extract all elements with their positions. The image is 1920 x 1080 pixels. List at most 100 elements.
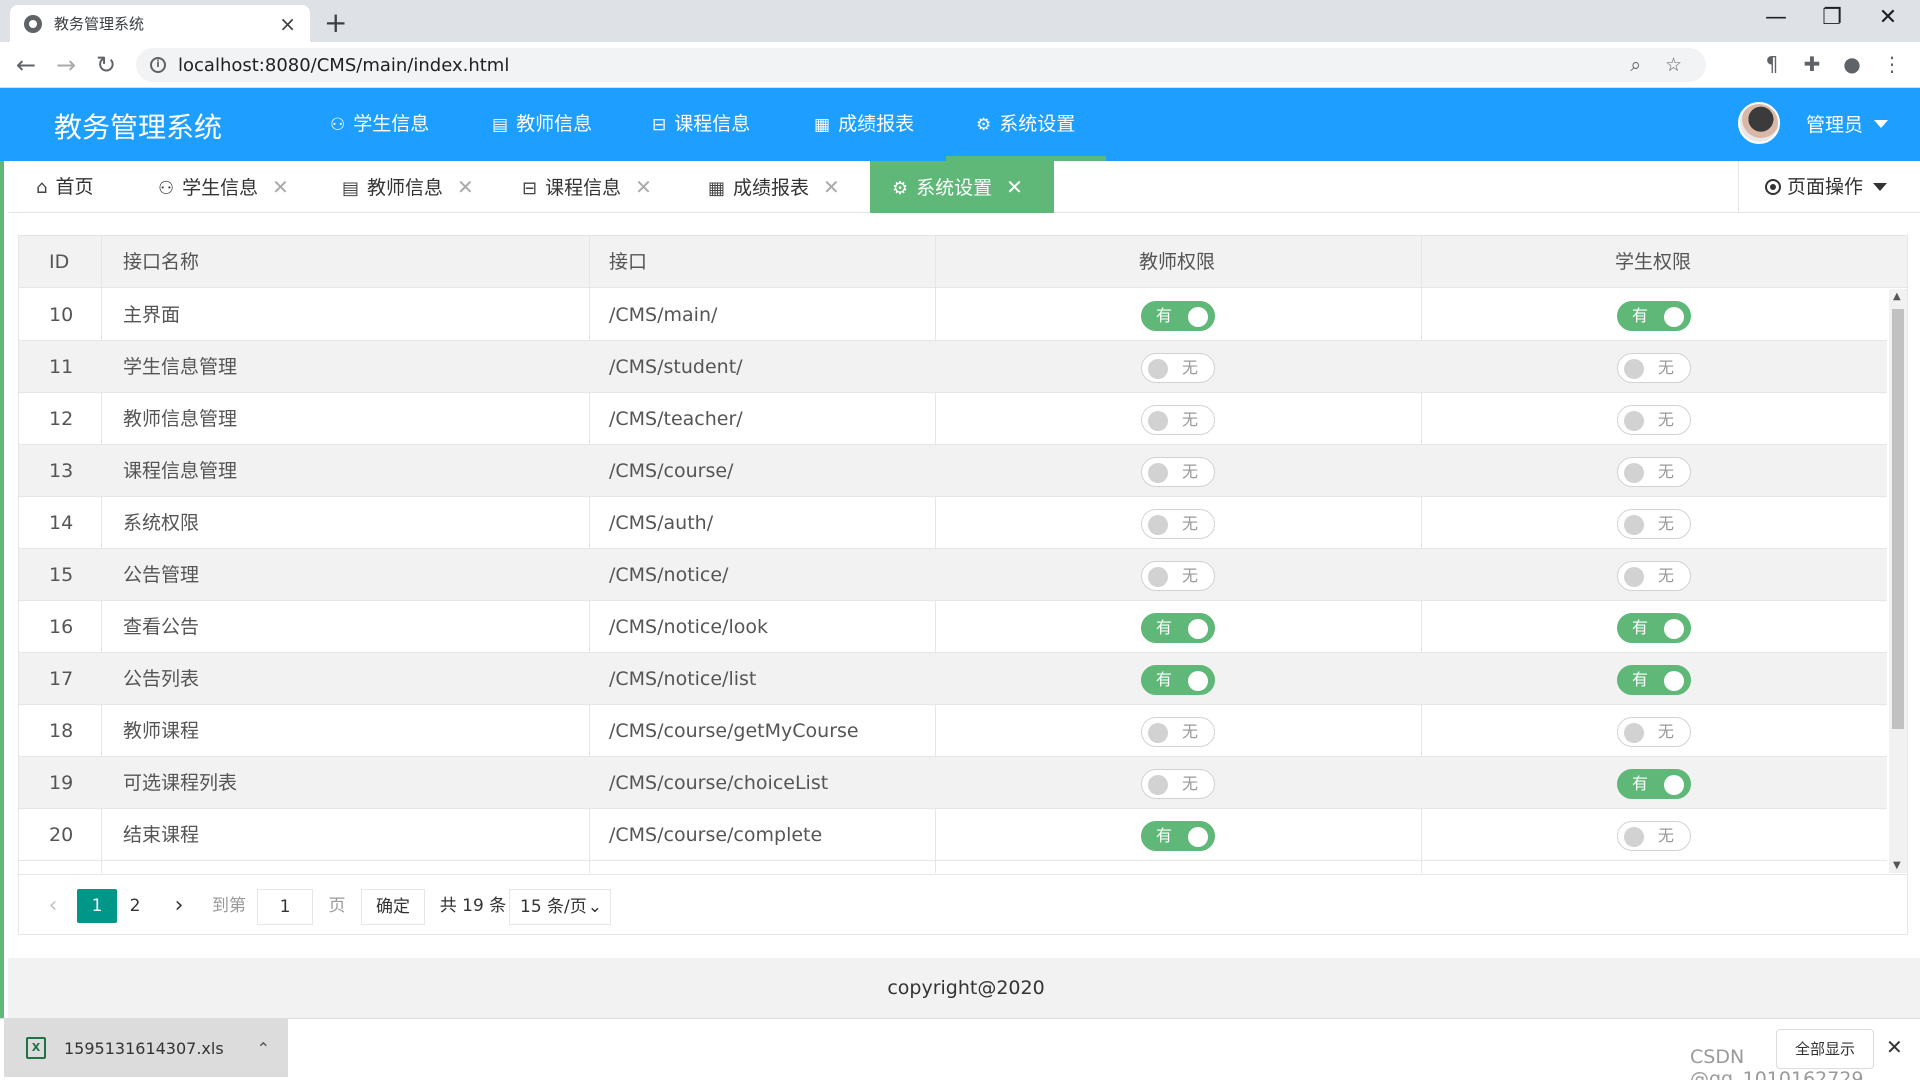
puzzle-icon[interactable]: ✚ [1796,52,1828,76]
cell-name: 可选课程列表 [123,772,238,794]
cell-id: 11 [49,356,74,378]
confirm-button[interactable]: 确定 [361,889,425,925]
back-arrow-icon[interactable]: ← [10,51,42,79]
student-permission-toggle[interactable]: 有 [1617,613,1691,643]
table-body: 10 主界面/CMS/main/有有 11 学生信息管理/CMS/student/无无… [19,289,1887,873]
table-row[interactable]: 13 课程信息管理/CMS/course/无 无 [19,445,1887,497]
close-icon[interactable]: ✕ [635,175,652,199]
extension-icon[interactable]: ¶ [1756,52,1788,76]
watermark: CSDN @qq_1010162729 [1690,1046,1864,1080]
column-header-name[interactable]: 接口名称 [123,236,199,288]
restore-button[interactable]: ❐ [1812,5,1852,30]
teacher-permission-toggle[interactable]: 无 [1141,717,1215,747]
table-row[interactable]: 19 可选课程列表/CMS/course/choiceList 无 有 [19,757,1887,809]
student-permission-toggle[interactable]: 无 [1617,353,1691,383]
student-permission-toggle[interactable]: 无 [1617,457,1691,487]
column-header-id[interactable]: ID [49,236,69,288]
teacher-permission-toggle[interactable]: 有 [1141,301,1215,331]
top-nav-teachers[interactable]: ▤ 教师信息 [492,88,592,161]
vertical-scrollbar[interactable]: ▲ ▼ [1889,289,1907,873]
scrollbar-thumb[interactable] [1892,309,1904,729]
student-permission-toggle[interactable]: 无 [1617,405,1691,435]
student-permission-toggle[interactable]: 无 [1617,561,1691,591]
teacher-permission-toggle[interactable]: 无 [1141,509,1215,539]
zoom-icon[interactable]: ⌕ [1630,54,1641,76]
caret-down-icon[interactable] [1874,120,1888,128]
reload-icon[interactable]: ↻ [90,51,122,79]
top-nav-courses[interactable]: ⊟ 课程信息 [652,88,750,161]
window-close-button[interactable]: ✕ [1868,5,1908,30]
table-row[interactable]: 11 学生信息管理/CMS/student/无 无 [19,341,1887,393]
chevron-up-icon[interactable]: ⌃ [257,1039,270,1058]
gear-icon: ⚙ [892,178,909,199]
top-nav-settings[interactable]: ⚙ 系统设置 [976,88,1075,161]
table-row[interactable]: 14 系统权限/CMS/auth/无 无 [19,497,1887,549]
top-nav-reports[interactable]: ▦ 成绩报表 [814,88,914,161]
close-icon[interactable]: ✕ [457,175,474,199]
close-icon[interactable]: ✕ [272,175,289,199]
teacher-permission-toggle[interactable]: 无 [1141,457,1215,487]
table-row[interactable]: 20 结束课程/CMS/course/complete 有 无 [19,809,1887,861]
close-icon[interactable]: ✕ [1006,175,1023,199]
student-permission-toggle[interactable]: 有 [1617,301,1691,331]
teacher-permission-toggle[interactable]: 无 [1141,353,1215,383]
page-tab-label: 教师信息 [367,177,444,199]
student-permission-toggle[interactable]: 有 [1617,665,1691,695]
page-size-select[interactable]: 15 条/页 ⌄ [509,889,611,925]
top-nav-label: 系统设置 [999,113,1076,135]
page-tab-reports[interactable]: ▦ 成绩报表 ✕ [708,161,840,213]
column-header-teacher[interactable]: 教师权限 [1139,236,1215,288]
student-permission-toggle[interactable]: 无 [1617,717,1691,747]
toggle-label: 无 [1181,462,1198,481]
info-icon[interactable]: i [150,57,166,73]
page-operations-dropdown[interactable]: 页面操作 [1738,161,1920,213]
scroll-up-icon[interactable]: ▲ [1893,291,1901,302]
next-page-button[interactable]: › [165,889,193,923]
student-permission-toggle[interactable]: 无 [1617,821,1691,851]
page-tab-students[interactable]: ⚇ 学生信息 ✕ [158,161,289,213]
student-permission-toggle[interactable]: 有 [1617,769,1691,799]
column-header-path[interactable]: 接口 [609,236,647,288]
student-permission-toggle[interactable]: 无 [1617,509,1691,539]
page-tab-settings[interactable]: ⚙ 系统设置 ✕ [870,161,1054,213]
page-size-value: 15 条/页 [520,897,587,917]
teacher-permission-toggle[interactable]: 有 [1141,821,1215,851]
bookmark-star-icon[interactable]: ☆ [1665,54,1682,76]
page-tab-teachers[interactable]: ▤ 教师信息 ✕ [342,161,474,213]
page-tab-courses[interactable]: ⊟ 课程信息 ✕ [522,161,652,213]
table-row[interactable]: 17 公告列表/CMS/notice/list 有 有 [19,653,1887,705]
table-row[interactable]: 15 公告管理/CMS/notice/无 无 [19,549,1887,601]
menu-dots-icon[interactable]: ⋮ [1876,52,1908,76]
avatar[interactable] [1738,102,1780,144]
table-row[interactable]: 12 教师信息管理/CMS/teacher/无 无 [19,393,1887,445]
prev-page-button[interactable]: ‹ [39,889,67,923]
toggle-label: 有 [1156,618,1173,637]
browser-tab[interactable]: 教务管理系统 × [10,5,310,42]
top-nav-students[interactable]: ⚇ 学生信息 [330,88,429,161]
user-menu-label[interactable]: 管理员 [1806,110,1863,137]
scroll-down-icon[interactable]: ▼ [1893,860,1901,871]
table-row[interactable]: 10 主界面/CMS/main/有 有 [19,289,1887,341]
close-icon[interactable]: ✕ [823,175,840,199]
url-input[interactable]: i localhost:8080/CMS/main/index.html ⌕ ☆ [136,48,1706,82]
new-tab-button[interactable]: + [324,6,347,39]
page-button-2[interactable]: 2 [121,889,149,923]
teacher-permission-toggle[interactable]: 有 [1141,665,1215,695]
teacher-permission-toggle[interactable]: 无 [1141,405,1215,435]
close-tab-icon[interactable]: × [279,14,296,34]
teacher-permission-toggle[interactable]: 无 [1141,561,1215,591]
goto-page-input[interactable]: 1 [257,889,313,925]
page-tab-home[interactable]: ⌂ 首页 [36,161,93,213]
browser-tab-strip: 教务管理系统 × + — ❐ ✕ [0,0,1920,42]
profile-icon[interactable]: ● [1836,52,1868,76]
column-header-student[interactable]: 学生权限 [1615,236,1691,288]
page-button-1[interactable]: 1 [77,889,117,923]
minimize-button[interactable]: — [1756,5,1796,30]
table-row[interactable]: 18 教师课程/CMS/course/getMyCourse 无 无 [19,705,1887,757]
table-row[interactable]: 16 查看公告/CMS/notice/look 有 有 [19,601,1887,653]
teacher-permission-toggle[interactable]: 有 [1141,613,1215,643]
download-item[interactable]: X 1595131614307.xls ⌃ [4,1019,288,1077]
cell-name: 查看公告 [123,616,200,638]
forward-arrow-icon[interactable]: → [50,51,82,79]
teacher-permission-toggle[interactable]: 无 [1141,769,1215,799]
